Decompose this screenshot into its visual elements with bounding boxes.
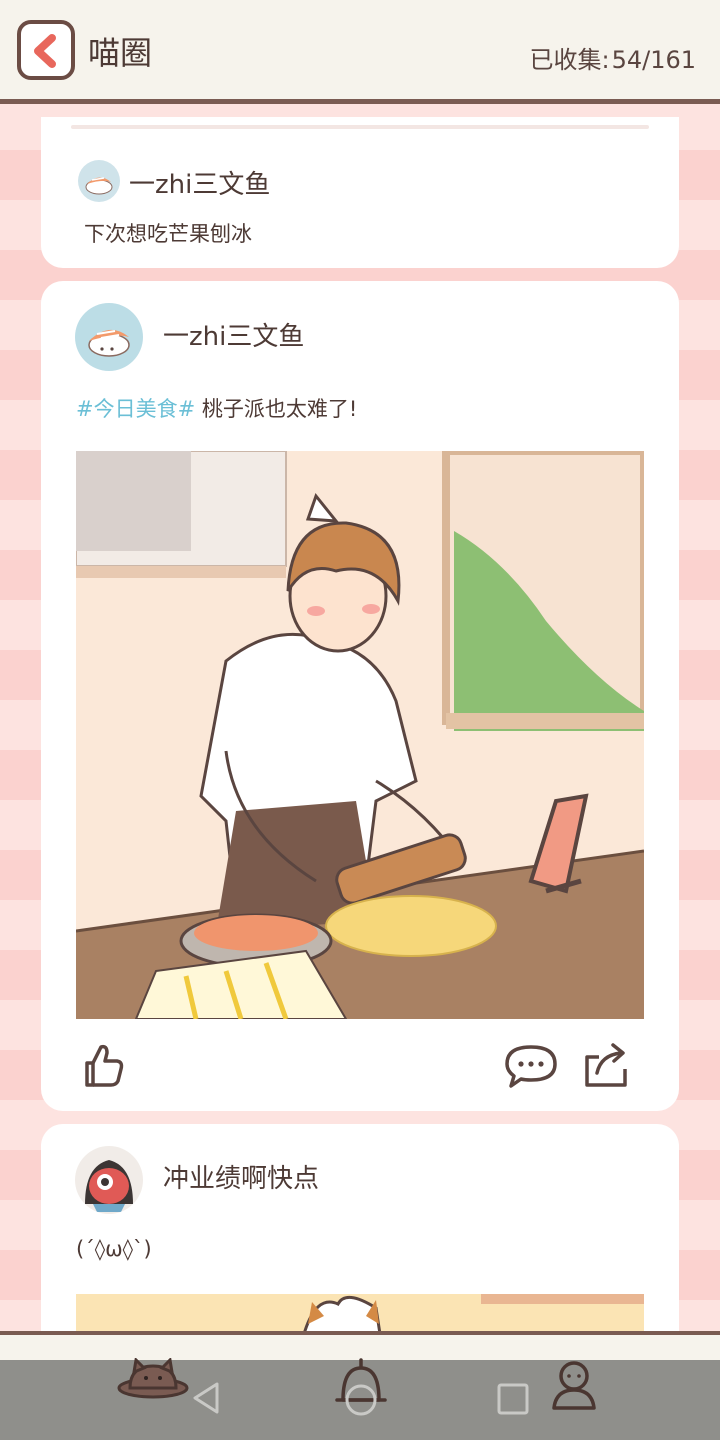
post-text: #今日美食# 桃子派也太难了! <box>76 393 357 423</box>
collected-counter: 已收集:54/161 <box>527 40 696 75</box>
baking-illustration <box>76 451 644 1019</box>
post-body: 桃子派也太难了! <box>195 397 358 421</box>
topic-tag[interactable]: #今日美食# <box>76 397 195 421</box>
illustration-preview <box>303 1294 644 1331</box>
share-icon[interactable] <box>581 1039 631 1089</box>
collected-value: 54/161 <box>611 46 696 74</box>
feed[interactable]: 一zhi三文鱼 下次想吃芒果刨冰 一zhi三文鱼 #今日美食# 桃子派也太难了! <box>0 109 720 1331</box>
post-card[interactable]: 一zhi三文鱼 #今日美食# 桃子派也太难了! <box>41 281 679 1111</box>
bell-icon[interactable] <box>333 1356 389 1416</box>
page-title: 喵圈 <box>88 34 153 72</box>
post-card[interactable]: 一zhi三文鱼 下次想吃芒果刨冰 <box>41 117 679 268</box>
cat-helmet-avatar-icon <box>85 1160 133 1212</box>
square-recent-icon[interactable] <box>496 1382 530 1416</box>
post-image[interactable] <box>76 1294 644 1331</box>
author-name[interactable]: 冲业绩啊快点 <box>163 1158 319 1195</box>
top-bar: 喵圈 已收集:54/161 <box>0 0 720 104</box>
thumbs-up-icon[interactable] <box>81 1041 125 1089</box>
person-icon[interactable] <box>550 1358 598 1412</box>
post-card[interactable]: 冲业绩啊快点 (´◊ω◊`) <box>41 1124 679 1331</box>
post-text: 下次想吃芒果刨冰 <box>84 222 252 246</box>
collected-label: 已收集: <box>529 46 610 74</box>
back-arrow-icon <box>34 34 56 68</box>
divider <box>71 125 649 129</box>
avatar[interactable] <box>78 160 120 202</box>
speech-bubble-icon[interactable] <box>503 1043 559 1089</box>
sushi-cat-avatar-icon <box>85 177 113 195</box>
avatar[interactable] <box>75 303 143 371</box>
post-image[interactable] <box>76 451 644 1019</box>
author-name[interactable]: 一zhi三文鱼 <box>163 316 304 353</box>
sushi-cat-avatar-icon <box>88 329 130 357</box>
back-button[interactable] <box>17 20 75 80</box>
post-text: (´◊ω◊`) <box>76 1237 152 1261</box>
cat-planet-icon[interactable] <box>116 1358 190 1408</box>
author-name[interactable]: 一zhi三文鱼 <box>129 164 270 201</box>
triangle-back-icon[interactable] <box>191 1381 221 1415</box>
avatar[interactable] <box>75 1146 143 1214</box>
